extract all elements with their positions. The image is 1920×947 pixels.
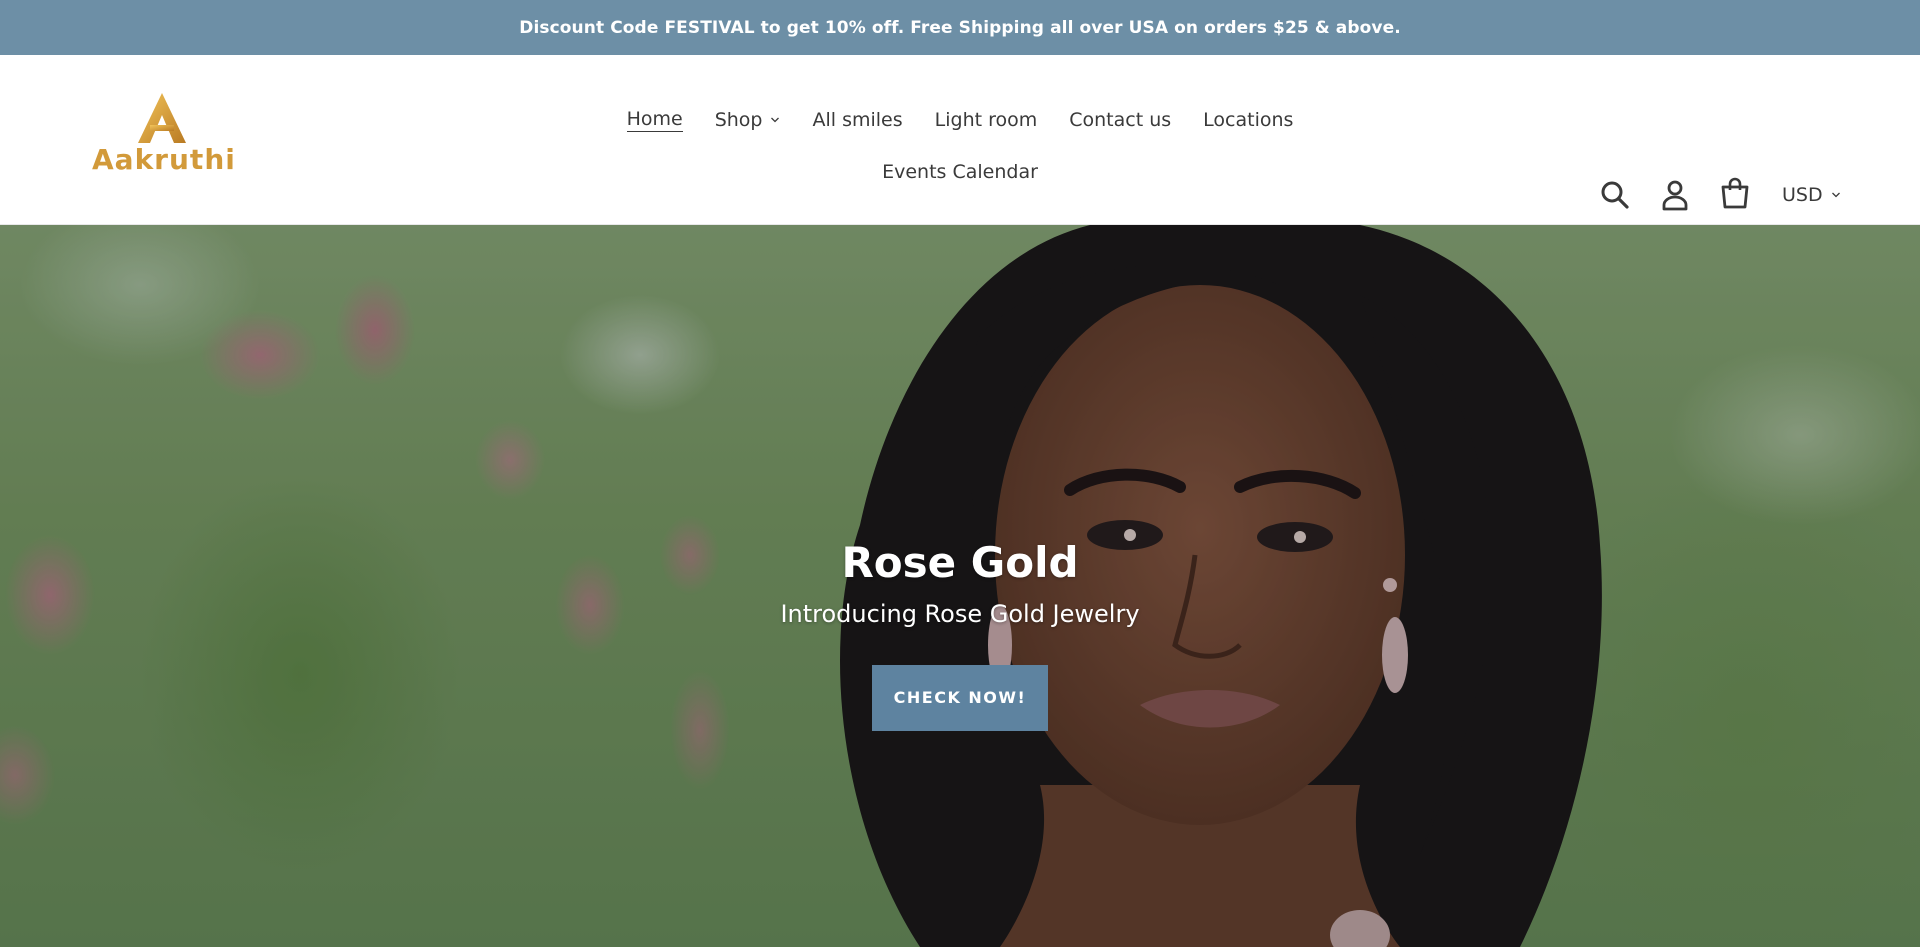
hero-title: Rose Gold — [841, 538, 1079, 587]
nav-item-label: Locations — [1203, 108, 1294, 131]
search-icon — [1601, 181, 1629, 209]
nav-item-all-smiles[interactable]: All smiles — [796, 107, 918, 132]
chevron-down-icon — [771, 117, 780, 122]
currency-selector[interactable]: USD — [1782, 184, 1841, 206]
currency-label: USD — [1782, 184, 1823, 206]
main-nav: Home Shop All smiles Light room Contact … — [590, 107, 1330, 184]
nav-item-label: Events Calendar — [882, 161, 1038, 183]
nav-item-home[interactable]: Home — [611, 107, 699, 132]
nav-item-label: Light room — [934, 108, 1038, 131]
nav-item-light-room[interactable]: Light room — [919, 107, 1054, 132]
account-icon — [1662, 180, 1688, 211]
nav-item-shop[interactable]: Shop — [699, 107, 797, 132]
nav-item-events-calendar[interactable]: Events Calendar — [866, 160, 1054, 184]
logo-mark-icon — [138, 93, 186, 143]
site-header: Aakruthi Home Shop All smiles Light room… — [0, 55, 1920, 225]
hero-subtitle: Introducing Rose Gold Jewelry — [780, 600, 1140, 628]
nav-item-label: Contact us — [1069, 108, 1172, 131]
announcement-text: Discount Code FESTIVAL to get 10% off. F… — [519, 17, 1401, 38]
hero-content: Rose Gold Introducing Rose Gold Jewelry … — [0, 537, 1920, 731]
nav-item-label: Home — [626, 108, 683, 132]
cart-icon — [1721, 177, 1749, 209]
logo-text: Aakruthi — [92, 143, 236, 176]
hero-banner: Rose Gold Introducing Rose Gold Jewelry … — [0, 225, 1920, 947]
nav-item-contact-us[interactable]: Contact us — [1053, 107, 1187, 132]
cart-button[interactable] — [1718, 176, 1752, 210]
nav-item-label: All smiles — [812, 108, 903, 131]
search-button[interactable] — [1598, 178, 1632, 212]
nav-item-locations[interactable]: Locations — [1187, 107, 1309, 132]
check-now-button[interactable]: CHECK NOW! — [871, 665, 1049, 731]
logo[interactable]: Aakruthi — [92, 93, 236, 183]
chevron-down-icon — [1831, 192, 1840, 198]
announcement-bar: Discount Code FESTIVAL to get 10% off. F… — [0, 0, 1920, 55]
nav-item-label: Shop — [714, 108, 763, 131]
account-button[interactable] — [1658, 178, 1692, 212]
